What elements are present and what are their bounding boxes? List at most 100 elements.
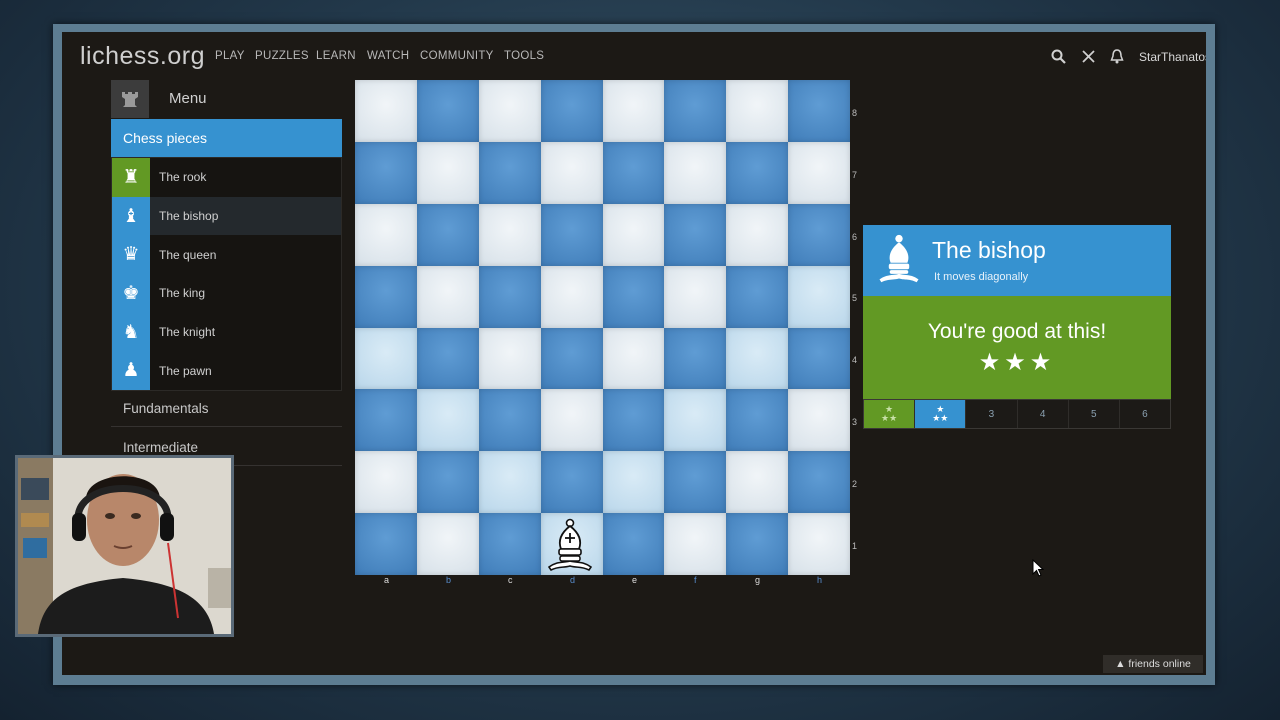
- board-square-h3[interactable]: [788, 389, 850, 452]
- board-square-g3[interactable]: [726, 389, 789, 452]
- board-square-g2[interactable]: [726, 451, 789, 514]
- board-square-a1[interactable]: [355, 513, 417, 575]
- board-square-c4[interactable]: [478, 327, 541, 390]
- board-square-b7[interactable]: [416, 141, 479, 204]
- board-square-d8[interactable]: [540, 80, 603, 142]
- board-square-c7[interactable]: [478, 141, 541, 204]
- board-square-c1[interactable]: [478, 513, 541, 575]
- board-square-h6[interactable]: [788, 203, 850, 266]
- lesson-title: The bishop: [932, 237, 1046, 263]
- board-square-d7[interactable]: [540, 141, 603, 204]
- board-square-a2[interactable]: [355, 451, 417, 514]
- board-square-g8[interactable]: [726, 80, 789, 142]
- board-square-b2[interactable]: [416, 451, 479, 514]
- mouse-cursor-icon: [1032, 558, 1045, 582]
- nav-puzzles[interactable]: PUZZLES: [255, 50, 309, 62]
- board-square-b6[interactable]: [416, 203, 479, 266]
- nav-tools[interactable]: TOOLS: [504, 50, 544, 62]
- board-square-f7[interactable]: [664, 141, 727, 204]
- nav-play[interactable]: PLAY: [215, 50, 245, 62]
- board-square-c6[interactable]: [478, 203, 541, 266]
- board-square-g4[interactable]: [726, 327, 789, 390]
- board-square-c8[interactable]: [478, 80, 541, 142]
- learn-menu-header[interactable]: Menu: [111, 80, 342, 118]
- board-square-h5[interactable]: [788, 265, 850, 328]
- board-square-f3[interactable]: [664, 389, 727, 452]
- search-icon[interactable]: [1051, 49, 1066, 68]
- lesson-item-bishop[interactable]: ♝ The bishop: [112, 196, 341, 236]
- board-square-h2[interactable]: [788, 451, 850, 514]
- board-square-g5[interactable]: [726, 265, 789, 328]
- board-square-b4[interactable]: [416, 327, 479, 390]
- section-chess-pieces[interactable]: Chess pieces: [111, 119, 342, 157]
- site-logo[interactable]: lichess.org: [80, 42, 205, 71]
- chess-board[interactable]: [355, 80, 850, 575]
- board-square-g7[interactable]: [726, 141, 789, 204]
- board-square-e8[interactable]: [602, 80, 665, 142]
- category-intermediate[interactable]: Intermediate: [123, 440, 198, 455]
- challenge-swords-icon[interactable]: [1081, 49, 1096, 68]
- board-square-f6[interactable]: [664, 203, 727, 266]
- board-square-f2[interactable]: [664, 451, 727, 514]
- board-square-e2[interactable]: [602, 451, 665, 514]
- white-bishop-piece[interactable]: [545, 517, 595, 573]
- board-square-b8[interactable]: [416, 80, 479, 142]
- stage-step-1[interactable]: ★ ★★: [864, 400, 916, 428]
- friends-online-button[interactable]: ▲ friends online: [1103, 655, 1203, 673]
- board-square-b1[interactable]: [416, 513, 479, 575]
- board-square-b3[interactable]: [416, 389, 479, 452]
- nav-learn[interactable]: LEARN: [316, 50, 356, 62]
- board-square-b5[interactable]: [416, 265, 479, 328]
- board-square-f1[interactable]: [664, 513, 727, 575]
- board-square-h1[interactable]: [788, 513, 850, 575]
- lesson-item-pawn[interactable]: ♟ The pawn: [112, 351, 341, 391]
- board-square-a3[interactable]: [355, 389, 417, 452]
- lesson-item-rook[interactable]: ♜ The rook: [112, 158, 341, 197]
- board-square-c5[interactable]: [478, 265, 541, 328]
- board-square-c2[interactable]: [478, 451, 541, 514]
- board-square-g1[interactable]: [726, 513, 789, 575]
- stage-step-6[interactable]: 6: [1120, 400, 1170, 428]
- board-square-e1[interactable]: [602, 513, 665, 575]
- board-square-a8[interactable]: [355, 80, 417, 142]
- board-square-h4[interactable]: [788, 327, 850, 390]
- board-square-f4[interactable]: [664, 327, 727, 390]
- board-square-d5[interactable]: [540, 265, 603, 328]
- board-square-a6[interactable]: [355, 203, 417, 266]
- board-square-d6[interactable]: [540, 203, 603, 266]
- stage-step-5[interactable]: 5: [1069, 400, 1120, 428]
- board-square-a5[interactable]: [355, 265, 417, 328]
- lesson-item-knight[interactable]: ♞ The knight: [112, 312, 341, 352]
- board-square-h8[interactable]: [788, 80, 850, 142]
- board-square-e6[interactable]: [602, 203, 665, 266]
- board-square-g6[interactable]: [726, 203, 789, 266]
- stage-step-4[interactable]: 4: [1018, 400, 1069, 428]
- board-square-e7[interactable]: [602, 141, 665, 204]
- board-square-d3[interactable]: [540, 389, 603, 452]
- lesson-item-queen[interactable]: ♛ The queen: [112, 235, 341, 275]
- board-square-e4[interactable]: [602, 327, 665, 390]
- stage-step-2[interactable]: ★ ★★: [915, 400, 967, 428]
- user-menu[interactable]: StarThanatos: [1139, 50, 1206, 64]
- notification-bell-icon[interactable]: [1110, 49, 1124, 68]
- king-icon: ♚: [112, 274, 150, 313]
- file-label: e: [632, 575, 638, 585]
- lesson-label: The king: [159, 286, 206, 301]
- category-fundamentals[interactable]: Fundamentals: [123, 401, 209, 416]
- board-square-h7[interactable]: [788, 141, 850, 204]
- board-square-e3[interactable]: [602, 389, 665, 452]
- board-square-a4[interactable]: [355, 327, 417, 390]
- board-square-e5[interactable]: [602, 265, 665, 328]
- board-square-a7[interactable]: [355, 141, 417, 204]
- nav-watch[interactable]: WATCH: [367, 50, 409, 62]
- file-label: d: [570, 575, 576, 585]
- lesson-subtitle: It moves diagonally: [934, 271, 1029, 283]
- lesson-item-king[interactable]: ♚ The king: [112, 274, 341, 313]
- board-square-c3[interactable]: [478, 389, 541, 452]
- board-square-d2[interactable]: [540, 451, 603, 514]
- board-square-f8[interactable]: [664, 80, 727, 142]
- stage-step-3[interactable]: 3: [966, 400, 1018, 428]
- board-square-d4[interactable]: [540, 327, 603, 390]
- board-square-f5[interactable]: [664, 265, 727, 328]
- nav-community[interactable]: COMMUNITY: [420, 50, 494, 62]
